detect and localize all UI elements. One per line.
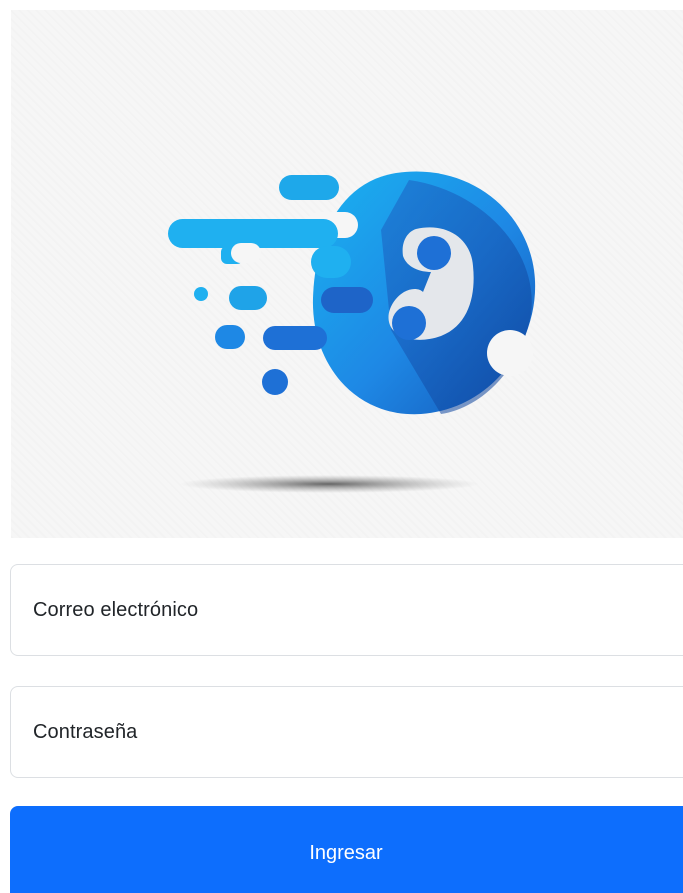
password-label: Contraseña bbox=[33, 721, 138, 743]
email-field[interactable]: Correo electrónico bbox=[10, 564, 683, 656]
password-field[interactable]: Contraseña bbox=[10, 686, 683, 778]
logo-container bbox=[11, 10, 683, 538]
login-button[interactable]: Ingresar bbox=[10, 806, 683, 893]
email-label: Correo electrónico bbox=[33, 599, 199, 621]
login-button-label: Ingresar bbox=[309, 842, 383, 864]
chat-support-logo-icon bbox=[168, 171, 536, 493]
login-page: Correo electrónico Contraseña Ingresar bbox=[0, 0, 683, 893]
